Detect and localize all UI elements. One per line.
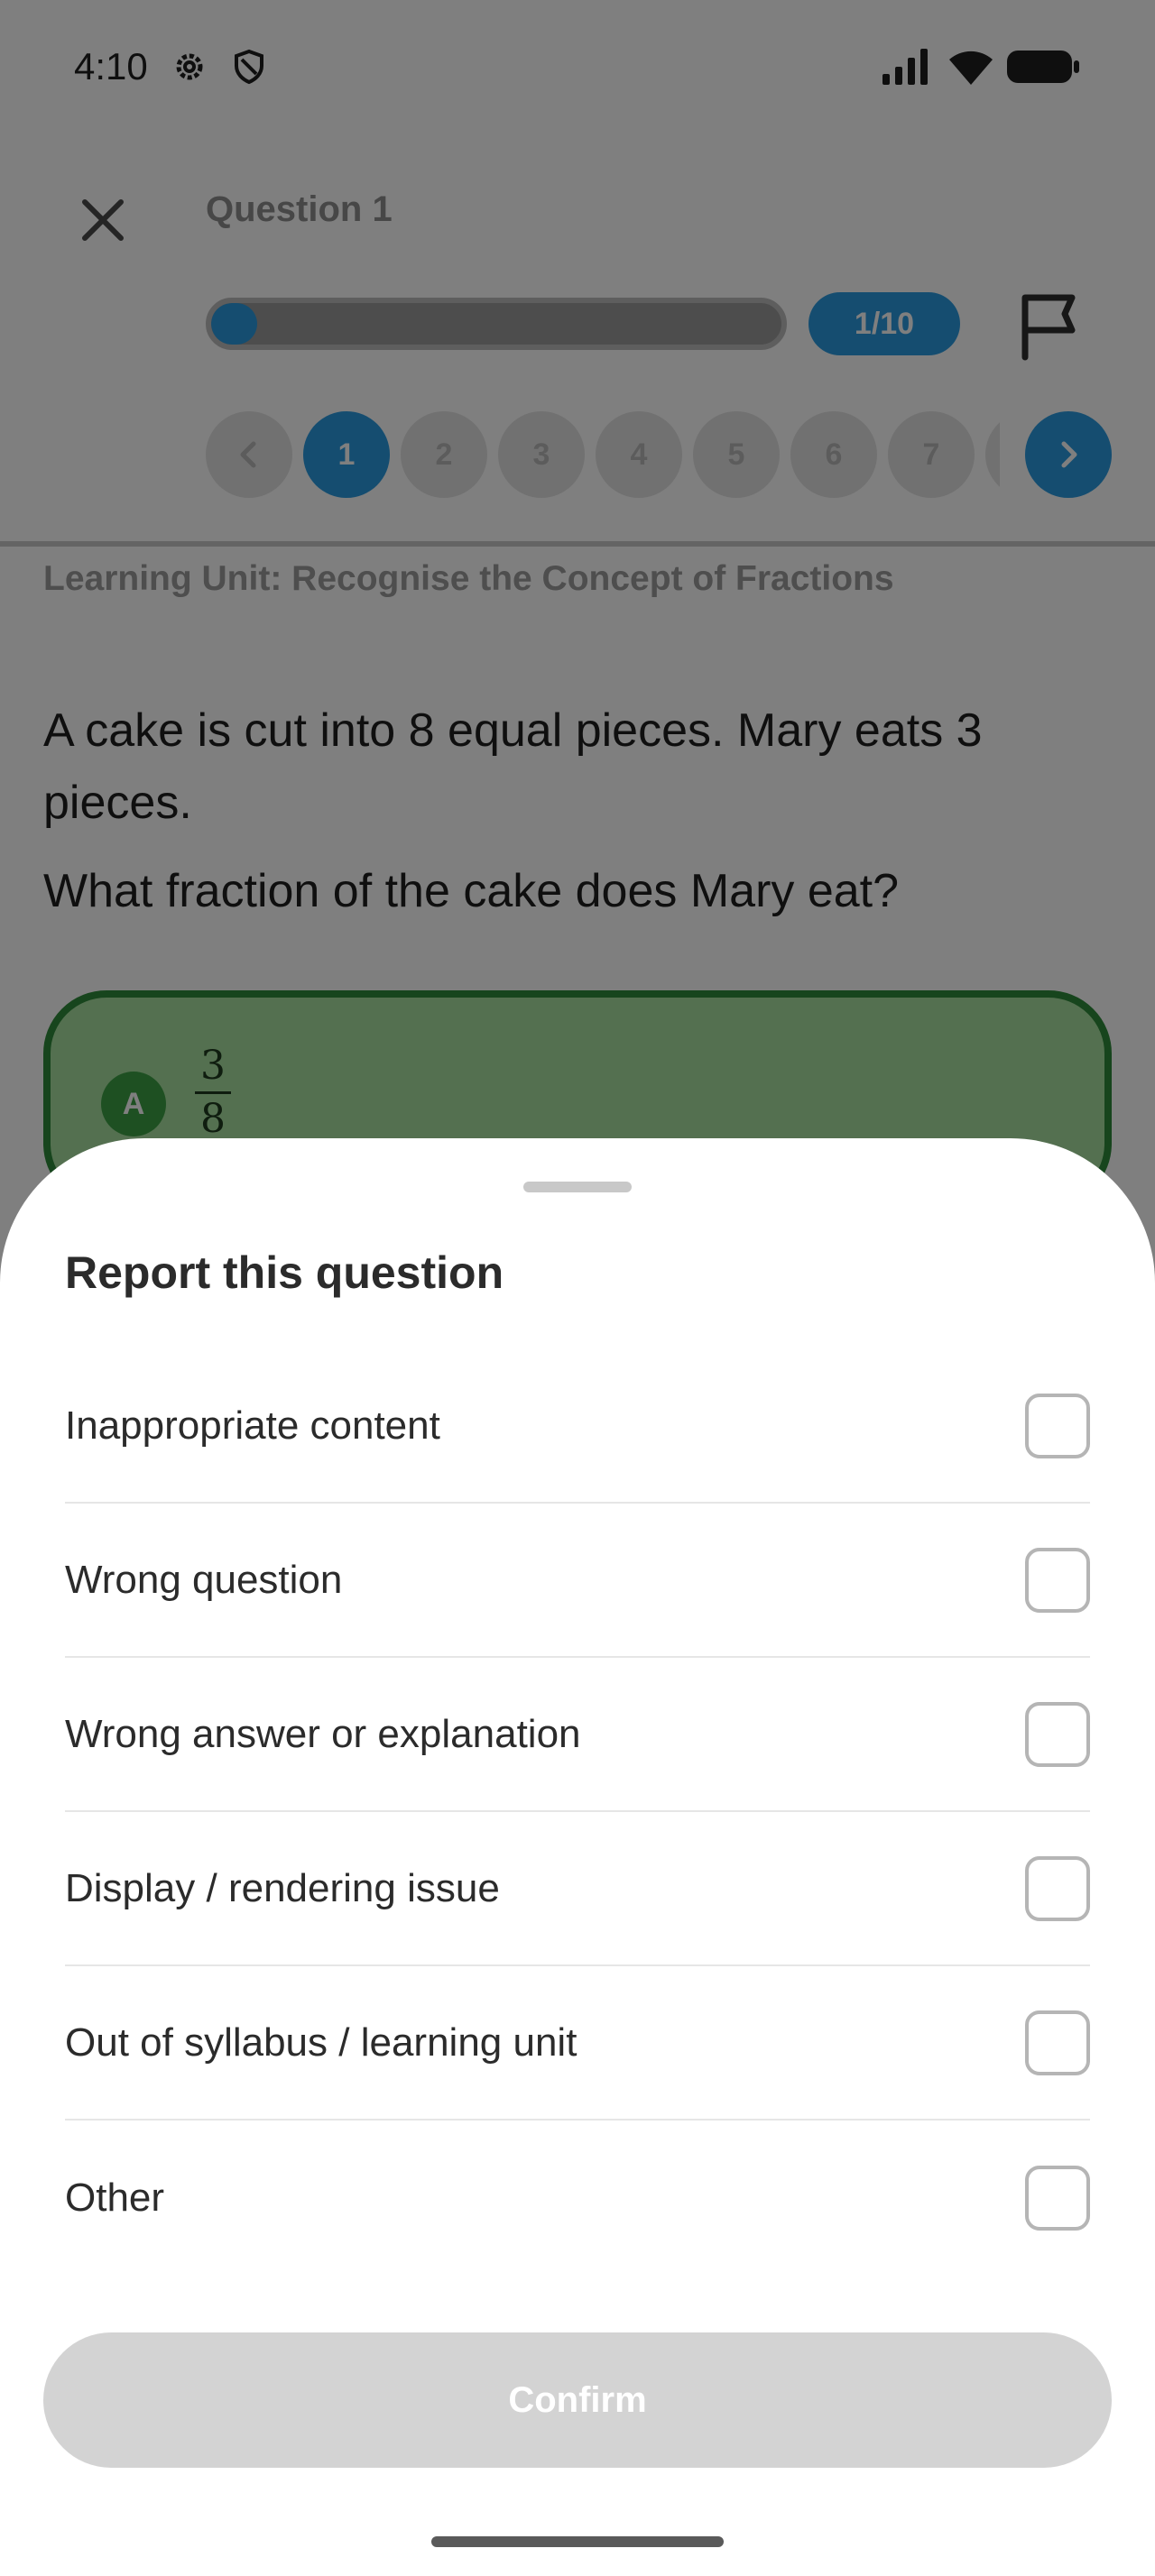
sheet-drag-handle[interactable]: [523, 1182, 632, 1192]
reason-checkbox[interactable]: [1025, 1547, 1090, 1613]
report-reason-row[interactable]: Wrong answer or explanation: [65, 1658, 1090, 1812]
reason-label: Display / rendering issue: [65, 1865, 500, 1910]
report-reason-row[interactable]: Out of syllabus / learning unit: [65, 1966, 1090, 2121]
report-reason-row[interactable]: Other: [65, 2121, 1090, 2275]
reason-label: Wrong question: [65, 1557, 343, 1602]
reason-checkbox[interactable]: [1025, 1393, 1090, 1458]
report-reason-list: Inappropriate content Wrong question Wro…: [65, 1349, 1090, 2275]
reason-checkbox[interactable]: [1025, 1855, 1090, 1921]
reason-checkbox[interactable]: [1025, 2165, 1090, 2231]
report-reason-row[interactable]: Wrong question: [65, 1504, 1090, 1658]
reason-label: Wrong answer or explanation: [65, 1711, 581, 1756]
report-reason-row[interactable]: Display / rendering issue: [65, 1812, 1090, 1966]
reason-label: Inappropriate content: [65, 1403, 440, 1448]
confirm-button[interactable]: Confirm: [43, 2332, 1112, 2468]
reason-label: Out of syllabus / learning unit: [65, 2019, 578, 2065]
reason-checkbox[interactable]: [1025, 2010, 1090, 2075]
reason-checkbox[interactable]: [1025, 1701, 1090, 1767]
reason-label: Other: [65, 2175, 165, 2220]
home-indicator[interactable]: [431, 2536, 724, 2547]
report-bottom-sheet: Report this question Inappropriate conte…: [0, 1138, 1155, 2576]
report-sheet-title: Report this question: [65, 1247, 504, 1298]
report-reason-row[interactable]: Inappropriate content: [65, 1349, 1090, 1504]
